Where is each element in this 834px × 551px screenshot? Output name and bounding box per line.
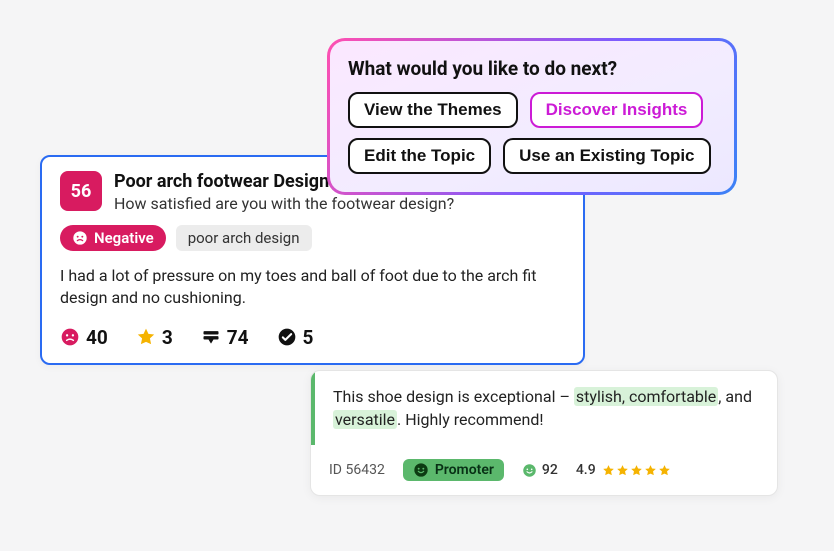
quote-meta: ID 56432 Promoter 92 4.9 — [311, 445, 777, 495]
quote-rating-value: 4.9 — [576, 462, 596, 478]
comments-icon — [201, 327, 221, 347]
quote-highlight-2: versatile — [333, 410, 397, 429]
stat-check-value: 5 — [303, 326, 314, 349]
sentiment-label: Negative — [94, 229, 154, 247]
stat-star-value: 3 — [162, 326, 173, 349]
frown-icon — [60, 327, 80, 347]
discover-insights-button[interactable]: Discover Insights — [530, 92, 704, 128]
next-action-prompt: What would you like to do next? View the… — [327, 38, 737, 195]
quote-score-value: 92 — [542, 462, 558, 478]
stat-star: 3 — [136, 326, 173, 349]
stat-frown: 40 — [60, 326, 108, 349]
quote-card[interactable]: This shoe design is exceptional – stylis… — [310, 370, 778, 496]
smile-icon — [522, 463, 537, 478]
quote-text-mid: , and — [718, 387, 752, 406]
review-stats: 40 3 74 5 — [60, 326, 565, 349]
stat-comments-value: 74 — [227, 326, 249, 349]
star-icon — [658, 464, 671, 477]
quote-highlight-1: stylish, comfortable — [574, 387, 718, 406]
promoter-label: Promoter — [435, 462, 494, 478]
prompt-title: What would you like to do next? — [348, 57, 716, 80]
review-body: I had a lot of pressure on my toes and b… — [60, 265, 565, 310]
smile-icon — [413, 462, 429, 478]
topic-tag[interactable]: poor arch design — [176, 225, 312, 251]
score-badge: 56 — [60, 171, 102, 211]
edit-topic-button[interactable]: Edit the Topic — [348, 138, 491, 174]
view-themes-button[interactable]: View the Themes — [348, 92, 518, 128]
quote-text-pre: This shoe design is exceptional – — [333, 387, 574, 406]
stat-comments: 74 — [201, 326, 249, 349]
quote-id: ID 56432 — [329, 462, 385, 478]
quote-score: 92 — [522, 462, 558, 478]
star-icon — [602, 464, 615, 477]
review-subtitle: How satisfied are you with the footwear … — [114, 194, 454, 213]
star-icon — [644, 464, 657, 477]
star-icon — [136, 327, 156, 347]
check-circle-icon — [277, 327, 297, 347]
use-existing-topic-button[interactable]: Use an Existing Topic — [503, 138, 710, 174]
quote-body: This shoe design is exceptional – stylis… — [311, 371, 777, 445]
frown-icon — [72, 230, 88, 246]
star-icon — [630, 464, 643, 477]
quote-rating: 4.9 — [576, 462, 671, 478]
star-icon — [616, 464, 629, 477]
sentiment-negative-tag[interactable]: Negative — [60, 225, 166, 251]
promoter-badge: Promoter — [403, 459, 504, 481]
rating-stars — [602, 464, 671, 477]
review-tags: Negative poor arch design — [60, 225, 565, 251]
stat-check: 5 — [277, 326, 314, 349]
quote-text-post: . Highly recommend! — [397, 410, 544, 429]
stat-frown-value: 40 — [86, 326, 108, 349]
